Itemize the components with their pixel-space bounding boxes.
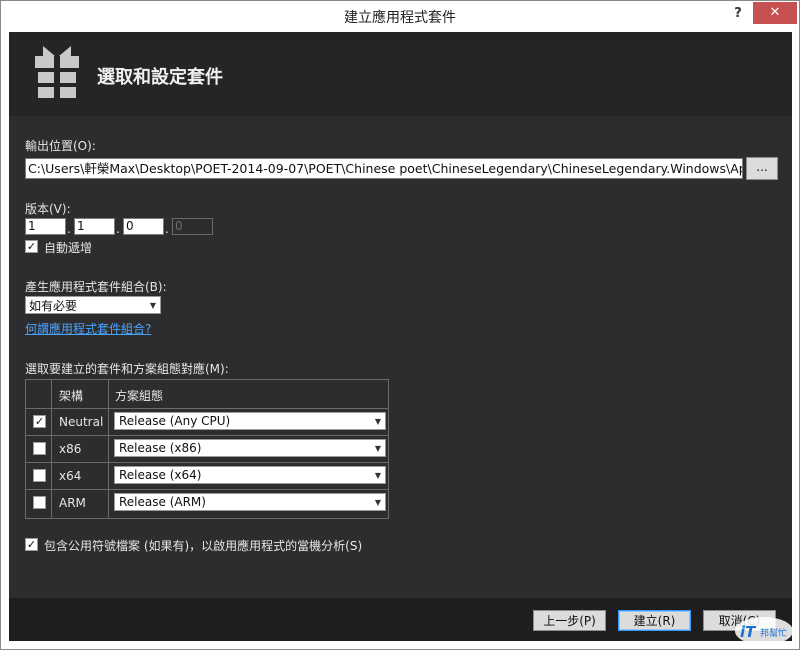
row-config-dropdown[interactable]: Release (Any CPU) ▼ [114, 412, 386, 430]
version-major-input[interactable]: 1 [25, 218, 66, 235]
version-revision-input: 0 [172, 218, 213, 235]
chevron-down-icon: ▼ [374, 498, 381, 507]
row-config-value: Release (x64) [119, 468, 202, 482]
package-architecture-table: 架構 方案組態 ✓ Neutral Release (Any CPU) ▼ x8… [25, 379, 389, 519]
header-band: 選取和設定套件 [9, 32, 792, 116]
version-minor-input[interactable]: 1 [74, 218, 115, 235]
row-config-value: Release (x86) [119, 441, 202, 455]
chevron-down-icon: ▼ [374, 471, 381, 480]
bundle-help-link[interactable]: 何謂應用程式套件組合? [25, 320, 151, 337]
output-location-input[interactable]: C:\Users\軒榮Max\Desktop\POET-2014-09-07\P… [25, 158, 743, 179]
row-config-dropdown[interactable]: Release (ARM) ▼ [114, 493, 386, 511]
bundle-selected-value: 如有必要 [29, 299, 78, 313]
version-build-input[interactable]: 0 [123, 218, 164, 235]
chevron-down-icon: ▼ [374, 444, 381, 453]
row-checkbox-arm[interactable] [33, 496, 46, 509]
table-row: x64 Release (x64) ▼ [26, 463, 388, 490]
window-title: 建立應用程式套件 [344, 10, 456, 26]
svg-text:邦幫忙: 邦幫忙 [760, 627, 787, 639]
bundle-label: 產生應用程式套件組合(B): [25, 280, 167, 294]
output-location-label: 輸出位置(O): [25, 139, 96, 153]
packages-label: 選取要建立的套件和方案組態對應(M): [25, 362, 229, 376]
column-header-arch[interactable]: 架構 [59, 387, 83, 404]
ithome-watermark-logo: iT 邦幫忙 [735, 617, 793, 645]
row-config-value: Release (ARM) [119, 495, 206, 509]
version-dot: . [116, 222, 120, 236]
table-row: ARM Release (ARM) ▼ [26, 490, 388, 518]
row-arch-label: x64 [59, 469, 82, 483]
column-header-config[interactable]: 方案組態 [115, 387, 163, 404]
table-row: ✓ Neutral Release (Any CPU) ▼ [26, 408, 388, 436]
chevron-down-icon: ▼ [149, 301, 156, 310]
version-dot: . [165, 222, 169, 236]
header-title: 選取和設定套件 [97, 67, 223, 88]
chevron-down-icon: ▼ [374, 417, 381, 426]
row-arch-label: ARM [59, 496, 86, 510]
back-button[interactable]: 上一步(P) [533, 610, 606, 631]
version-label: 版本(V): [25, 202, 71, 216]
auto-increment-checkbox[interactable]: ✓ [25, 240, 38, 253]
package-gift-icon [35, 46, 79, 100]
row-arch-label: x86 [59, 442, 82, 456]
auto-increment-label: 自動遞增 [44, 241, 93, 255]
close-button[interactable]: ✕ [753, 2, 797, 24]
row-config-dropdown[interactable]: Release (x86) ▼ [114, 439, 386, 457]
row-checkbox-x86[interactable] [33, 442, 46, 455]
table-header-row: 架構 方案組態 [26, 380, 388, 409]
create-button[interactable]: 建立(R) [618, 610, 691, 631]
row-checkbox-x64[interactable] [33, 469, 46, 482]
create-app-package-dialog: 建立應用程式套件 ? ✕ 選取和設定套件 輸出位置(O): C:\Users\軒… [0, 0, 800, 650]
browse-button[interactable]: ... [746, 157, 778, 180]
help-button[interactable]: ? [727, 3, 749, 25]
row-config-value: Release (Any CPU) [119, 414, 231, 428]
include-symbols-label: 包含公用符號檔案 (如果有)，以啟用應用程式的當機分析(S) [44, 539, 363, 553]
version-dot: . [67, 222, 71, 236]
dialog-body: 選取和設定套件 輸出位置(O): C:\Users\軒榮Max\Desktop\… [9, 32, 792, 641]
row-config-dropdown[interactable]: Release (x64) ▼ [114, 466, 386, 484]
row-checkbox-neutral[interactable]: ✓ [33, 415, 46, 428]
title-bar[interactable]: 建立應用程式套件 ? ✕ [1, 1, 799, 32]
svg-text:iT: iT [740, 623, 757, 641]
bundle-dropdown[interactable]: 如有必要 ▼ [25, 296, 161, 314]
row-arch-label: Neutral [59, 415, 104, 429]
table-row: x86 Release (x86) ▼ [26, 436, 388, 463]
include-symbols-checkbox[interactable]: ✓ [25, 538, 38, 551]
